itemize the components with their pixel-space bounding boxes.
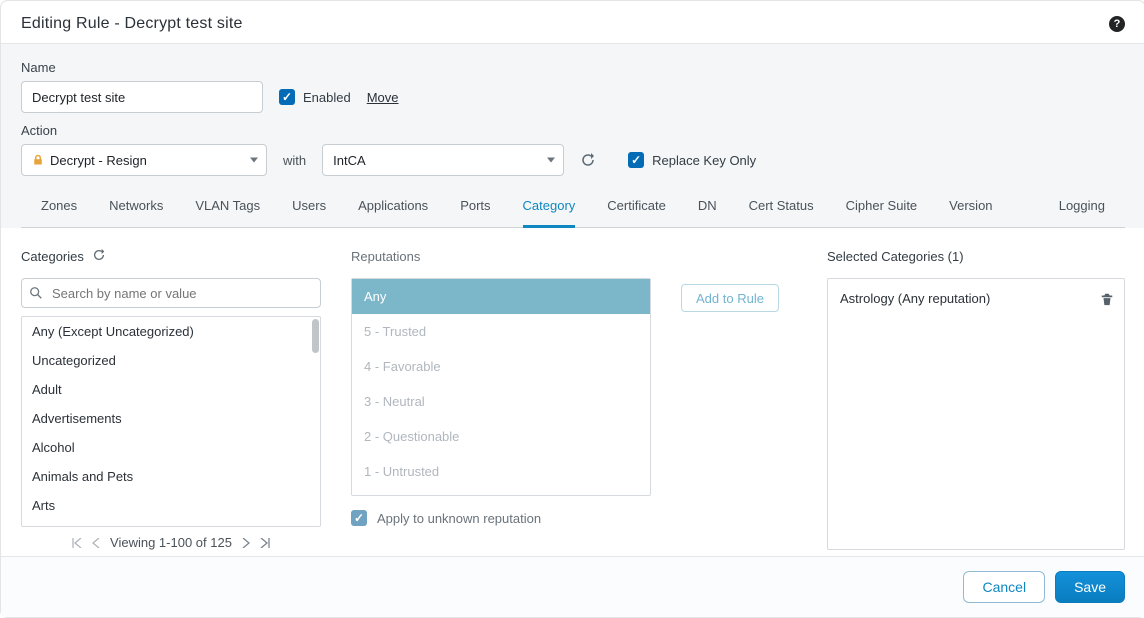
- paging-text: Viewing 1-100 of 125: [110, 535, 232, 550]
- chevron-down-icon: [250, 158, 258, 163]
- tab-applications[interactable]: Applications: [358, 188, 428, 228]
- help-icon[interactable]: ?: [1109, 16, 1125, 32]
- selected-column: Selected Categories (1) Astrology (Any r…: [827, 244, 1125, 550]
- reputations-header: Reputations: [351, 249, 420, 264]
- categories-list-item[interactable]: Adult: [22, 375, 320, 404]
- categories-list-item[interactable]: Alcohol: [22, 433, 320, 462]
- replace-key-only-label: Replace Key Only: [652, 153, 756, 168]
- move-link[interactable]: Move: [367, 90, 399, 105]
- replace-key-only-checkbox[interactable]: ✓ Replace Key Only: [628, 152, 756, 168]
- category-panel: Categories Any (Except Uncategorized) Un…: [1, 228, 1144, 556]
- form-panel: Name ✓ Enabled Move Action Decrypt - Res…: [1, 44, 1144, 228]
- reputation-item[interactable]: 1 - Untrusted: [352, 454, 650, 489]
- dialog-title: Editing Rule - Decrypt test site: [21, 15, 243, 33]
- certificate-select-value: IntCA: [333, 153, 366, 168]
- reputation-item[interactable]: 2 - Questionable: [352, 419, 650, 454]
- save-button[interactable]: Save: [1055, 571, 1125, 603]
- tab-certificate[interactable]: Certificate: [607, 188, 666, 228]
- selected-item-label: Astrology (Any reputation): [840, 291, 990, 306]
- refresh-icon[interactable]: [92, 248, 108, 264]
- selected-header: Selected Categories (1): [827, 249, 964, 264]
- tab-dn[interactable]: DN: [698, 188, 717, 228]
- tab-cert-status[interactable]: Cert Status: [749, 188, 814, 228]
- tab-logging[interactable]: Logging: [1059, 188, 1105, 228]
- certificate-select[interactable]: IntCA: [322, 144, 564, 176]
- categories-list-item[interactable]: Arts: [22, 491, 320, 520]
- tab-category[interactable]: Category: [523, 188, 576, 228]
- dialog-window: Editing Rule - Decrypt test site ? Name …: [0, 0, 1144, 618]
- chevron-down-icon: [547, 158, 555, 163]
- name-label: Name: [21, 60, 1125, 75]
- checkbox-icon: ✓: [351, 510, 367, 526]
- selected-list: Astrology (Any reputation): [827, 278, 1125, 550]
- action-label: Action: [21, 123, 1125, 138]
- cancel-button[interactable]: Cancel: [963, 571, 1045, 603]
- page-first-icon[interactable]: [72, 538, 82, 548]
- categories-list-item[interactable]: Uncategorized: [22, 346, 320, 375]
- with-label: with: [283, 153, 306, 168]
- selected-item: Astrology (Any reputation): [828, 285, 1124, 312]
- categories-list-item[interactable]: Any (Except Uncategorized): [22, 317, 320, 346]
- tab-bar: Zones Networks VLAN Tags Users Applicati…: [21, 178, 1125, 228]
- lock-icon: [32, 154, 44, 166]
- action-select[interactable]: Decrypt - Resign: [21, 144, 267, 176]
- search-icon: [29, 286, 43, 300]
- enabled-checkbox[interactable]: ✓ Enabled: [279, 89, 351, 105]
- name-input[interactable]: [21, 81, 263, 113]
- page-next-icon[interactable]: [242, 538, 250, 548]
- tab-ports[interactable]: Ports: [460, 188, 490, 228]
- refresh-icon[interactable]: [580, 152, 596, 168]
- categories-list-item[interactable]: Astrology: [22, 520, 320, 527]
- categories-search-input[interactable]: [21, 278, 321, 308]
- add-to-rule-column: Add to Rule: [681, 244, 797, 550]
- apply-unknown-label: Apply to unknown reputation: [377, 511, 541, 526]
- apply-unknown-checkbox[interactable]: ✓ Apply to unknown reputation: [351, 510, 651, 526]
- add-to-rule-button[interactable]: Add to Rule: [681, 284, 779, 312]
- page-prev-icon[interactable]: [92, 538, 100, 548]
- tab-networks[interactable]: Networks: [109, 188, 163, 228]
- checkbox-icon: ✓: [628, 152, 644, 168]
- reputations-column: Reputations Any 5 - Trusted 4 - Favorabl…: [351, 244, 651, 550]
- reputation-item[interactable]: 4 - Favorable: [352, 349, 650, 384]
- categories-list-item[interactable]: Animals and Pets: [22, 462, 320, 491]
- categories-pagination: Viewing 1-100 of 125: [21, 535, 321, 550]
- reputation-item-any[interactable]: Any: [352, 279, 650, 314]
- tab-zones[interactable]: Zones: [41, 188, 77, 228]
- footer: Cancel Save: [1, 556, 1144, 617]
- page-last-icon[interactable]: [260, 538, 270, 548]
- categories-list[interactable]: Any (Except Uncategorized) Uncategorized…: [21, 316, 321, 527]
- checkbox-icon: ✓: [279, 89, 295, 105]
- reputation-item[interactable]: 3 - Neutral: [352, 384, 650, 419]
- reputation-item[interactable]: 5 - Trusted: [352, 314, 650, 349]
- tab-users[interactable]: Users: [292, 188, 326, 228]
- categories-column: Categories Any (Except Uncategorized) Un…: [21, 244, 321, 550]
- categories-list-item[interactable]: Advertisements: [22, 404, 320, 433]
- tab-vlan-tags[interactable]: VLAN Tags: [195, 188, 260, 228]
- tab-cipher-suite[interactable]: Cipher Suite: [846, 188, 918, 228]
- dialog-header: Editing Rule - Decrypt test site ?: [1, 1, 1144, 44]
- tab-version[interactable]: Version: [949, 188, 992, 228]
- categories-header: Categories: [21, 249, 84, 264]
- trash-icon[interactable]: [1100, 292, 1114, 306]
- reputations-list: Any 5 - Trusted 4 - Favorable 3 - Neutra…: [351, 278, 651, 496]
- action-select-value: Decrypt - Resign: [50, 153, 147, 168]
- enabled-label: Enabled: [303, 90, 351, 105]
